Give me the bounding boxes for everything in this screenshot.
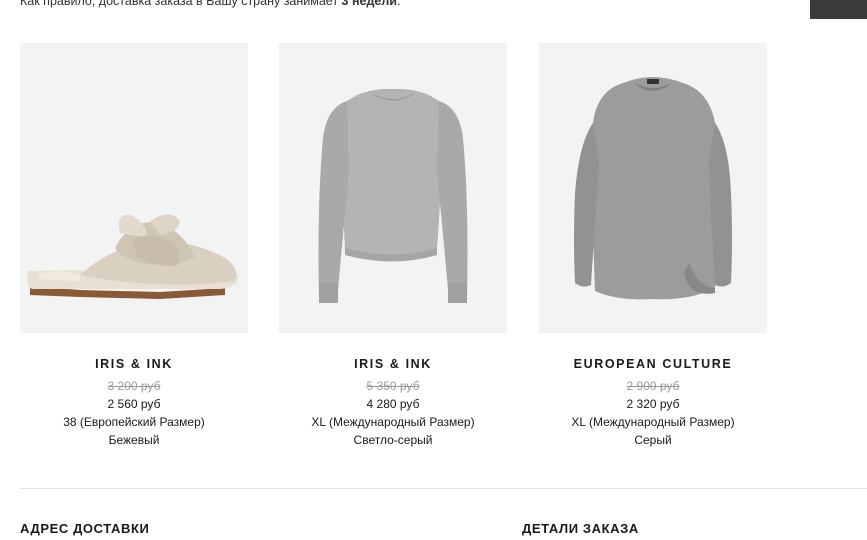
product-old-price: 2 900 руб bbox=[626, 379, 680, 393]
shipping-address-heading: АДРЕС ДОСТАВКИ bbox=[20, 521, 150, 536]
product-brand[interactable]: IRIS & INK bbox=[20, 356, 248, 372]
delivery-notice-text: Как правило, доставка заказа в Вашу стра… bbox=[20, 0, 342, 8]
product-brand[interactable]: EUROPEAN CULTURE bbox=[539, 356, 767, 372]
product-size: 38 (Европейский Размер) bbox=[63, 415, 205, 429]
delivery-notice-end: . bbox=[397, 0, 401, 8]
delivery-notice: Как правило, доставка заказа в Вашу стра… bbox=[20, 0, 400, 8]
product-card[interactable]: EUROPEAN CULTURE 2 900 руб 2 320 руб XL … bbox=[539, 43, 767, 449]
order-details-heading: ДЕТАЛИ ЗАКАЗА bbox=[522, 521, 639, 536]
header-button-edge[interactable] bbox=[810, 0, 867, 19]
product-old-price: 5 350 руб bbox=[366, 379, 420, 393]
product-image-pullover[interactable] bbox=[539, 43, 767, 333]
product-new-price: 2 320 руб bbox=[626, 397, 680, 411]
product-color: Светло-серый bbox=[353, 433, 433, 447]
product-new-price: 4 280 руб bbox=[366, 397, 420, 411]
product-card[interactable]: IRIS & INK 3 200 руб 2 560 руб 38 (Европ… bbox=[20, 43, 248, 449]
product-size: XL (Международный Размер) bbox=[571, 415, 735, 429]
product-old-price: 3 200 руб bbox=[107, 379, 161, 393]
delivery-notice-duration: 3 недели bbox=[341, 0, 397, 8]
product-brand[interactable]: IRIS & INK bbox=[279, 356, 507, 372]
product-size: XL (Международный Размер) bbox=[311, 415, 475, 429]
product-new-price: 2 560 руб bbox=[107, 397, 161, 411]
product-color: Бежевый bbox=[108, 433, 160, 447]
product-image-sweater[interactable] bbox=[279, 43, 507, 333]
product-card[interactable]: IRIS & INK 5 350 руб 4 280 руб XL (Между… bbox=[279, 43, 507, 449]
product-image-mules[interactable] bbox=[20, 43, 248, 333]
product-color: Серый bbox=[634, 433, 672, 447]
section-divider bbox=[20, 488, 867, 489]
